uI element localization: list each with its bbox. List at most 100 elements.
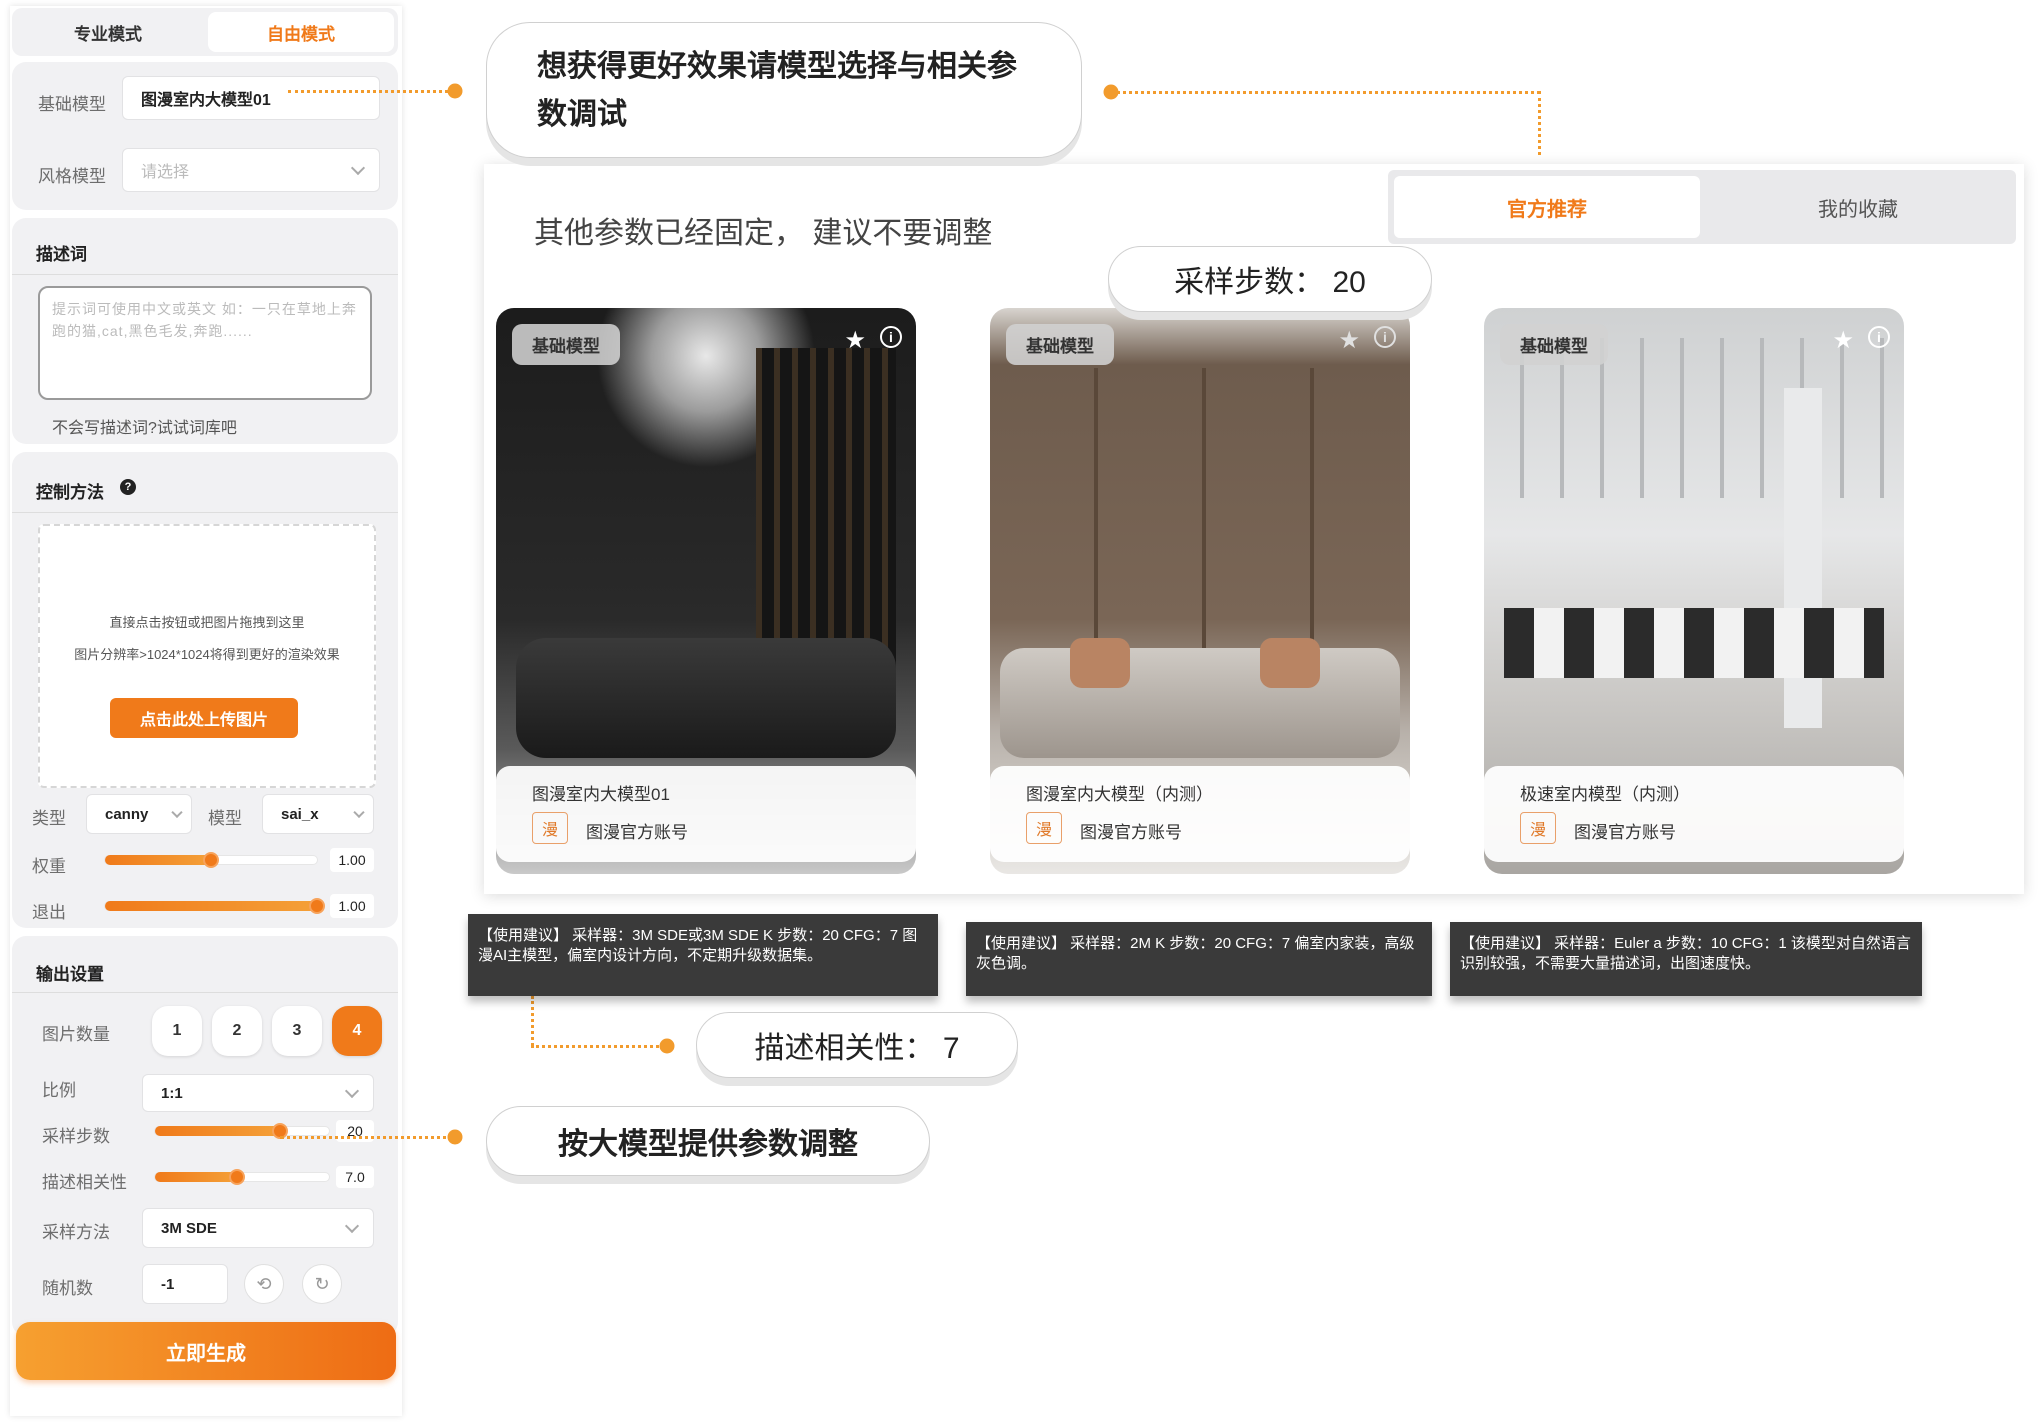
tab-favorites[interactable]: 我的收藏	[1706, 176, 2010, 238]
cushion-image	[1070, 638, 1130, 688]
card-caption: 极速室内模型（内测） 漫 图漫官方账号	[1484, 766, 1904, 862]
tab-free-mode[interactable]: 自由模式	[208, 12, 394, 52]
connector-line	[531, 1045, 665, 1048]
card-account: 图漫官方账号	[1080, 823, 1182, 842]
divider	[12, 274, 398, 275]
relevance-label: 描述相关性	[42, 1173, 127, 1192]
chevron-down-icon	[171, 806, 183, 819]
control-model-select[interactable]: sai_x	[262, 794, 374, 834]
exit-label: 退出	[32, 903, 66, 922]
prompt-help-link[interactable]: 不会写描述词?试试词库吧	[52, 414, 237, 438]
info-icon[interactable]: i	[1374, 326, 1396, 348]
base-model-select[interactable]: 图漫室内大模型01	[122, 76, 380, 120]
chevron-down-icon	[344, 1218, 360, 1234]
connector-line	[288, 90, 454, 93]
weight-slider-handle[interactable]	[203, 852, 219, 868]
star-icon[interactable]: ★	[844, 326, 866, 355]
tab-pro-mode[interactable]: 专业模式	[16, 12, 200, 52]
connector-line	[531, 996, 534, 1046]
dice-icon[interactable]: ⟲	[244, 1264, 284, 1304]
output-title: 输出设置	[36, 965, 104, 984]
connector-line	[1538, 91, 1541, 155]
image-count-3[interactable]: 3	[272, 1006, 322, 1056]
info-icon[interactable]: i	[1868, 326, 1890, 348]
card-caption: 图漫室内大模型01 漫 图漫官方账号	[496, 766, 916, 862]
sampler-select[interactable]: 3M SDE	[142, 1208, 374, 1248]
exit-slider-handle[interactable]	[309, 898, 325, 914]
relevance-slider[interactable]	[154, 1169, 330, 1185]
style-model-label: 风格模型	[38, 167, 106, 186]
model-card[interactable]: 基础模型 ★ i 图漫室内大模型01 漫 图漫官方账号	[496, 308, 916, 874]
card-model-name: 极速室内模型（内测）	[1520, 785, 1690, 804]
seed-label: 随机数	[42, 1279, 93, 1298]
recycle-icon[interactable]: ↻	[302, 1264, 342, 1304]
exit-slider[interactable]	[104, 898, 325, 914]
steps-label: 采样步数	[42, 1127, 110, 1146]
usage-tip: 【使用建议】 采样器：3M SDE或3M SDE K 步数：20 CFG：7 图…	[468, 914, 938, 996]
upload-dropzone[interactable]: 直接点击按钮或把图片拖拽到这里 图片分辨率>1024*1024将得到更好的渲染效…	[38, 524, 376, 788]
star-icon[interactable]: ★	[1832, 326, 1854, 355]
prompt-textarea[interactable]: 提示词可使用中文或英文 如：一只在草地上奔跑的猫,cat,黑色毛发,奔跑....…	[38, 286, 372, 400]
steps-slider-fill	[155, 1126, 281, 1136]
connector-dot	[1103, 84, 1119, 100]
card-account: 图漫官方账号	[1574, 823, 1676, 842]
star-icon[interactable]: ★	[1338, 326, 1360, 355]
model-card[interactable]: 基础模型 ★ i 图漫室内大模型（内测） 漫 图漫官方账号	[990, 308, 1410, 874]
chevron-down-icon	[344, 1083, 360, 1099]
weight-value[interactable]: 1.00	[330, 848, 374, 872]
chevron-down-icon	[353, 806, 365, 819]
relevance-value[interactable]: 7.0	[336, 1166, 374, 1188]
weight-slider[interactable]	[104, 852, 318, 868]
callout-top: 想获得更好效果请模型选择与相关参数调试	[486, 22, 1082, 158]
ratio-label: 比例	[42, 1081, 76, 1100]
prompt-title: 描述词	[36, 245, 87, 264]
card-model-name: 图漫室内大模型（内测）	[1026, 785, 1213, 804]
upload-hint: 直接点击按钮或把图片拖拽到这里	[109, 615, 305, 630]
sampler-label: 采样方法	[42, 1223, 110, 1242]
connector-dot	[447, 1129, 463, 1145]
settings-panel: 专业模式 自由模式 基础模型 图漫室内大模型01 风格模型 请选择 描述词 提示…	[10, 6, 402, 1416]
connector-dot	[447, 83, 463, 99]
control-section: 控制方法 ? 直接点击按钮或把图片拖拽到这里 图片分辨率>1024*1024将得…	[12, 452, 398, 928]
card-tag: 基础模型	[1500, 324, 1608, 365]
relevance-slider-fill	[155, 1172, 237, 1182]
seed-value: -1	[161, 1275, 175, 1293]
account-logo-icon: 漫	[532, 812, 568, 844]
sofa-image	[1000, 648, 1400, 758]
card-tag: 基础模型	[512, 324, 620, 365]
desks-image	[1504, 608, 1884, 678]
type-select[interactable]: canny	[86, 794, 192, 834]
card-account: 图漫官方账号	[586, 823, 688, 842]
wall-panel-image	[756, 348, 896, 668]
control-title: 控制方法	[36, 483, 104, 502]
ratio-select[interactable]: 1:1	[142, 1074, 374, 1112]
model-section: 基础模型 图漫室内大模型01 风格模型 请选择	[12, 62, 398, 210]
image-count-4[interactable]: 4	[332, 1006, 382, 1056]
image-count-label: 图片数量	[42, 1025, 110, 1044]
image-count-2[interactable]: 2	[212, 1006, 262, 1056]
image-count-1[interactable]: 1	[152, 1006, 202, 1056]
control-model-value: sai_x	[281, 805, 319, 823]
info-icon[interactable]: i	[880, 326, 902, 348]
tab-official[interactable]: 官方推荐	[1394, 176, 1700, 238]
help-icon[interactable]: ?	[120, 479, 136, 495]
upload-button[interactable]: 点击此处上传图片	[110, 698, 298, 738]
exit-value[interactable]: 1.00	[330, 894, 374, 918]
style-model-select[interactable]: 请选择	[122, 148, 380, 192]
cushion-image	[1260, 638, 1320, 688]
generate-button[interactable]: 立即生成	[16, 1322, 396, 1380]
divider	[12, 992, 398, 993]
callout-steps: 采样步数： 20	[1108, 246, 1432, 312]
mode-tabs: 专业模式 自由模式	[12, 8, 398, 56]
sampler-value: 3M SDE	[161, 1219, 217, 1237]
card-caption: 图漫室内大模型（内测） 漫 图漫官方账号	[990, 766, 1410, 862]
usage-tip: 【使用建议】 采样器：Euler a 步数：10 CFG：1 该模型对自然语言识…	[1450, 922, 1922, 996]
card-tag: 基础模型	[1006, 324, 1114, 365]
seed-input[interactable]: -1	[142, 1264, 228, 1304]
steps-slider[interactable]	[154, 1123, 330, 1139]
chevron-down-icon	[350, 160, 366, 176]
card-model-name: 图漫室内大模型01	[532, 785, 670, 804]
relevance-slider-handle[interactable]	[228, 1169, 245, 1185]
model-card[interactable]: 基础模型 ★ i 极速室内模型（内测） 漫 图漫官方账号	[1484, 308, 1904, 874]
connector-dot	[659, 1038, 675, 1054]
